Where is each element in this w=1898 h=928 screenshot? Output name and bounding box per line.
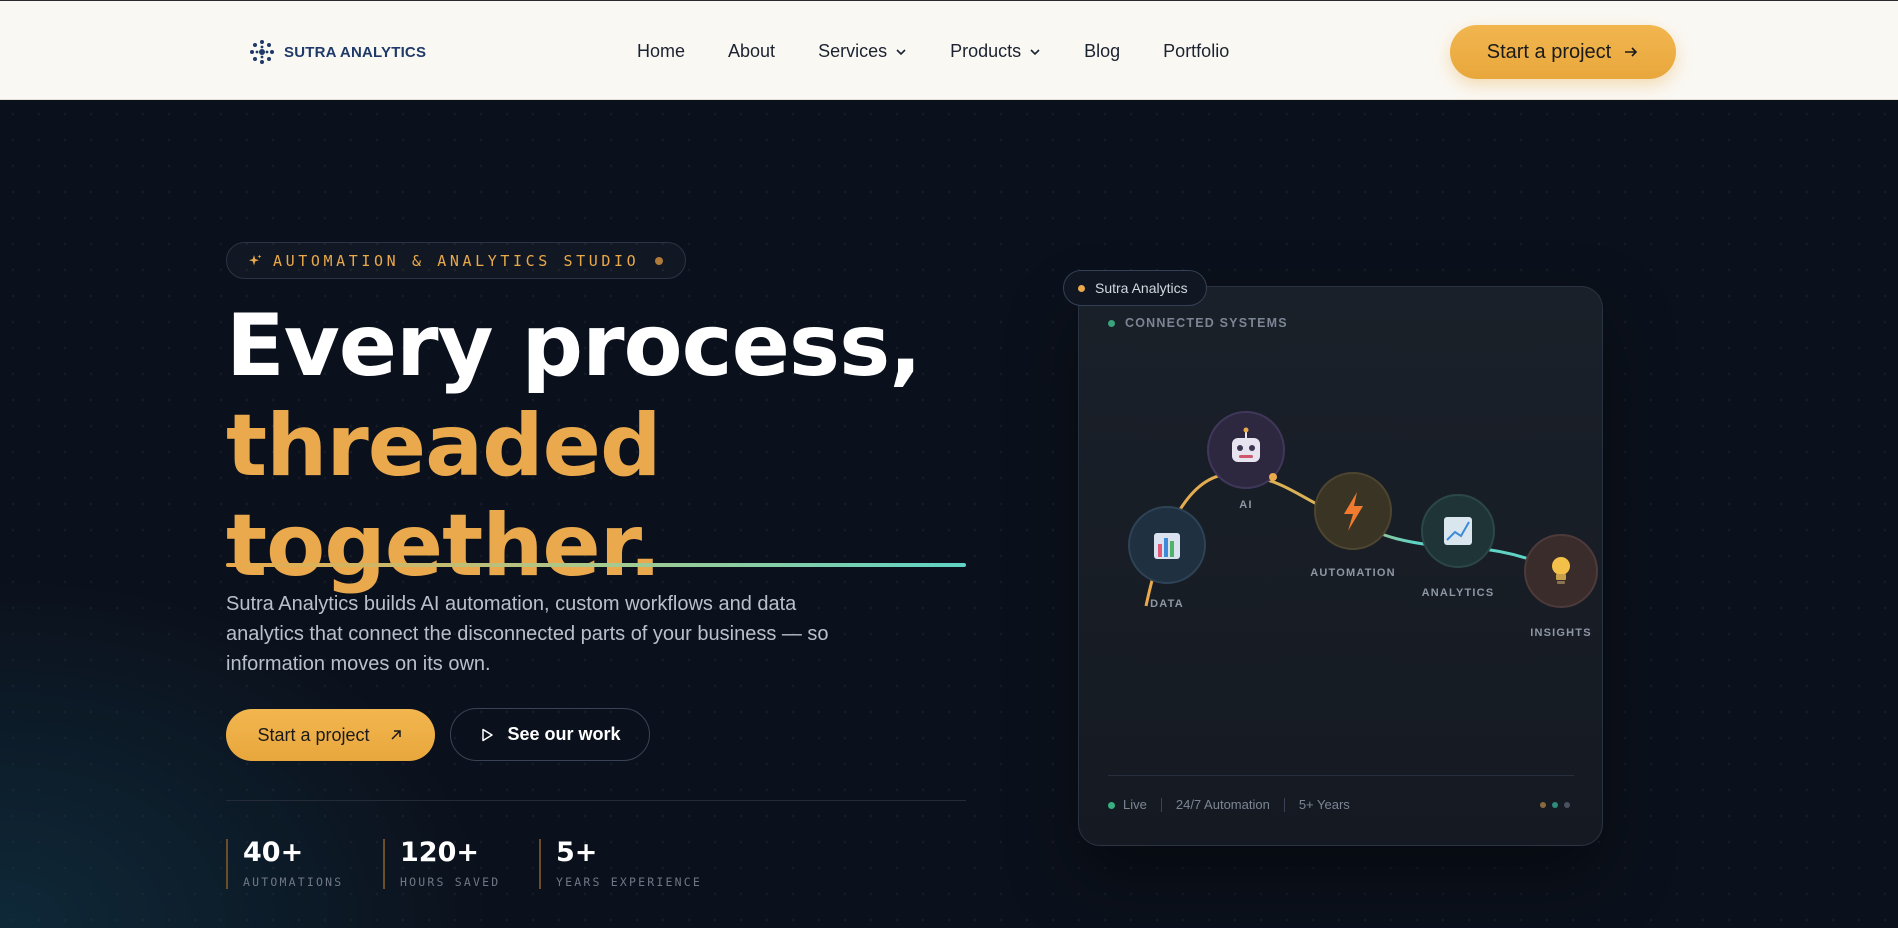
trend-chart-icon [1444, 517, 1472, 545]
card-pager [1540, 802, 1570, 808]
card-footer-divider [1108, 775, 1574, 776]
pager-dot[interactable] [1564, 802, 1570, 808]
footer-live: Live [1108, 797, 1147, 812]
stat-label: HOURS SAVED [400, 875, 501, 889]
start-project-label: Start a project [257, 724, 370, 745]
nav-blog-label: Blog [1084, 41, 1121, 61]
node-label-ai: AI [1239, 499, 1252, 511]
footer-automation: 24/7 Automation [1175, 797, 1270, 812]
card-title-text: CONNECTED SYSTEMS [1125, 316, 1288, 330]
live-dot [1108, 802, 1115, 809]
see-our-work-label: See our work [507, 724, 621, 744]
arrow-right-icon [1625, 47, 1638, 57]
nav-products-label: Products [950, 41, 1022, 61]
node-label-insights: INSIGHTS [1530, 627, 1592, 639]
node-label-data: DATA [1150, 598, 1184, 610]
nav-portfolio[interactable]: Portfolio [1163, 41, 1229, 62]
flow-dot [1269, 473, 1277, 481]
brand[interactable]: SUTRA ANALYTICS [246, 37, 426, 67]
nav-services-label: Services [818, 41, 888, 61]
nav-blog[interactable]: Blog [1084, 41, 1120, 62]
top-navbar: SUTRA ANALYTICS Home About Services Prod… [0, 0, 1898, 100]
nav-home-label: Home [637, 41, 686, 61]
chevron-down-icon [1030, 48, 1040, 55]
sparkle-icon [249, 254, 262, 265]
stat-label: AUTOMATIONS [243, 875, 344, 889]
stat-years-experience: 5+ YEARS EXPERIENCE [539, 839, 702, 889]
node-insights[interactable]: INSIGHTS [1524, 534, 1598, 639]
footer-live-label: Live [1123, 797, 1147, 812]
nav-products[interactable]: Products [950, 41, 1041, 62]
nav-about-label: About [728, 41, 776, 61]
footer-years: 5+ Years [1298, 797, 1350, 812]
stat-hours-saved: 120+ HOURS SAVED [383, 839, 500, 889]
nav-services[interactable]: Services [818, 41, 907, 62]
nav-portfolio-label: Portfolio [1163, 41, 1230, 61]
nav-home[interactable]: Home [637, 41, 685, 62]
eyebrow-text: AUTOMATION & ANALYTICS STUDIO [273, 251, 640, 270]
headline-line-3: together. [226, 496, 662, 596]
node-automation[interactable]: AUTOMATION [1310, 472, 1396, 579]
pager-dot[interactable] [1552, 802, 1558, 808]
arrow-up-right-icon [391, 730, 401, 740]
flow-diagram: DATA AI AUTOMATION ANALYTICS INSIGHTS [1128, 411, 1598, 639]
stat-value: 120+ [400, 837, 479, 868]
nav-start-project-button[interactable]: Start a project [1450, 25, 1676, 79]
see-our-work-button[interactable]: See our work [450, 708, 650, 761]
stat-value: 5+ [556, 837, 598, 868]
card-footer: Live 24/7 Automation 5+ Years [1108, 797, 1350, 812]
headline-line-2: threaded [226, 396, 662, 496]
play-icon [482, 728, 494, 741]
eyebrow-dot [655, 256, 664, 265]
main-nav: Home About Services Products Blog Portfo… [637, 41, 1229, 62]
card-brand-chip: Sutra Analytics [1063, 270, 1207, 306]
node-label-automation: AUTOMATION [1310, 567, 1396, 579]
brand-name: SUTRA ANALYTICS [284, 43, 427, 61]
node-data[interactable]: DATA [1128, 506, 1206, 610]
brand-logo-icon [250, 40, 274, 64]
bar-chart-icon [1154, 533, 1180, 559]
node-analytics[interactable]: ANALYTICS [1421, 494, 1495, 599]
stat-automations: 40+ AUTOMATIONS [226, 839, 343, 889]
status-dot [1108, 319, 1115, 327]
stat-label: YEARS EXPERIENCE [556, 875, 702, 889]
start-project-button[interactable]: Start a project [226, 709, 435, 761]
stats-divider [226, 800, 966, 801]
hero-section: AUTOMATION & ANALYTICS STUDIO Every proc… [0, 101, 1898, 928]
nav-about[interactable]: About [728, 41, 775, 62]
headline-underline [226, 563, 966, 567]
node-ai[interactable]: AI [1207, 411, 1285, 511]
footer-separator [1160, 797, 1162, 812]
card-chip-label: Sutra Analytics [1095, 280, 1188, 296]
hero-description: Sutra Analytics builds AI automation, cu… [226, 593, 829, 675]
pager-dot[interactable] [1540, 802, 1546, 808]
hero-headline: Every process, threaded together. [226, 296, 922, 596]
chip-dot [1078, 284, 1085, 292]
nav-cta-label: Start a project [1486, 40, 1612, 63]
headline-line-1: Every process, [226, 296, 922, 396]
eyebrow-badge: AUTOMATION & ANALYTICS STUDIO [226, 242, 687, 279]
card-title: CONNECTED SYSTEMS [1108, 316, 1288, 330]
stat-value: 40+ [243, 837, 304, 868]
node-label-analytics: ANALYTICS [1422, 587, 1495, 599]
chevron-down-icon [896, 48, 906, 55]
footer-separator [1283, 797, 1285, 812]
